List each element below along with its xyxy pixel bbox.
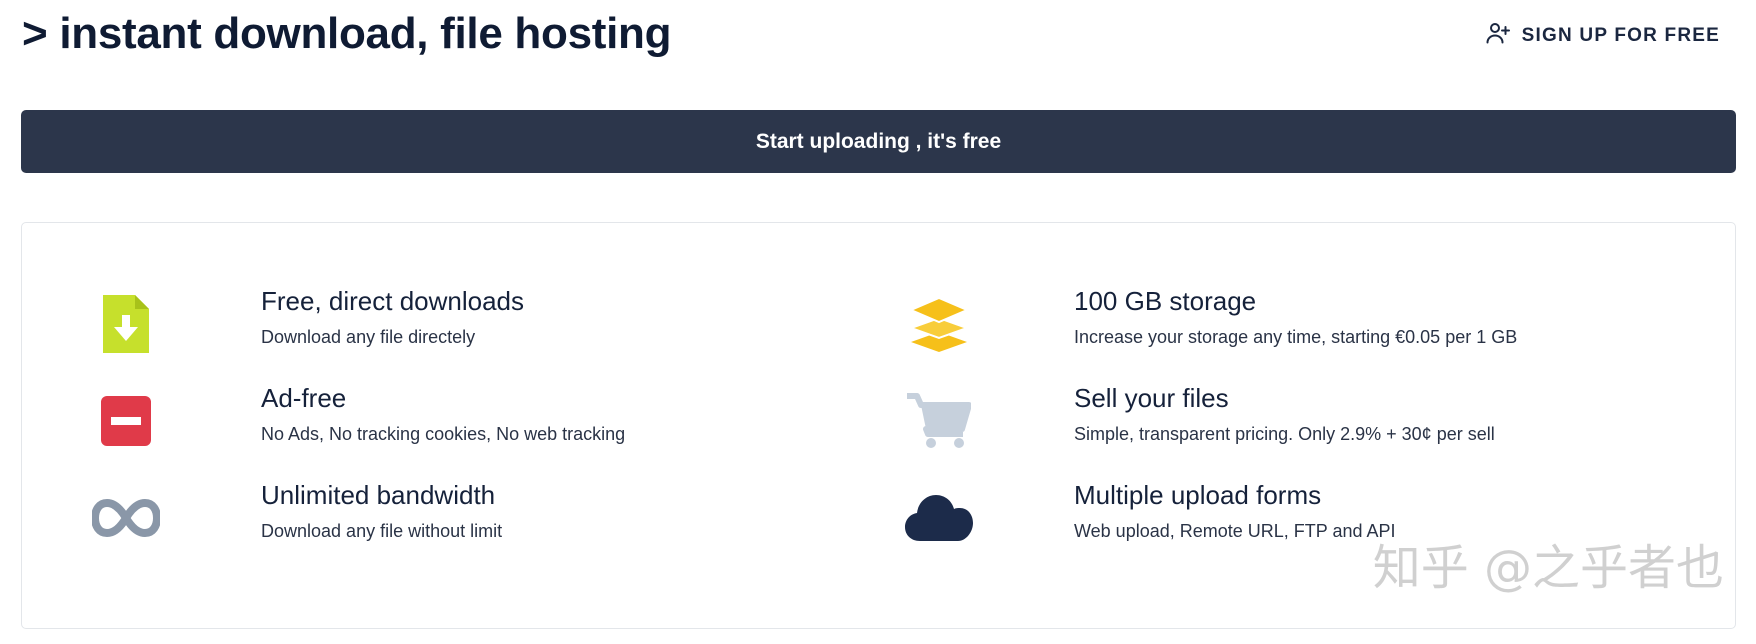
- layers-icon: [901, 286, 977, 362]
- feature-description: Web upload, Remote URL, FTP and API: [1074, 521, 1396, 541]
- infinity-icon: [88, 480, 164, 556]
- feature-unlimited-bandwidth: Unlimited bandwidth Download any file wi…: [88, 480, 848, 560]
- feature-storage: 100 GB storage Increase your storage any…: [901, 286, 1661, 366]
- feature-description: Increase your storage any time, starting…: [1074, 327, 1518, 347]
- page: > instant download, file hosting SIGN UP…: [0, 0, 1756, 644]
- sign-up-link[interactable]: SIGN UP FOR FREE: [1486, 22, 1720, 49]
- feature-title: Free, direct downloads: [261, 286, 525, 316]
- feature-direct-downloads: Free, direct downloads Download any file…: [88, 286, 848, 366]
- feature-description: Download any file without limit: [261, 521, 503, 541]
- user-plus-icon: [1486, 22, 1510, 49]
- header: > instant download, file hosting SIGN UP…: [22, 0, 1734, 80]
- page-title: > instant download, file hosting: [22, 9, 672, 58]
- feature-title: Unlimited bandwidth: [261, 480, 496, 510]
- feature-description: Download any file directely: [261, 327, 476, 347]
- feature-description: No Ads, No tracking cookies, No web trac…: [261, 424, 626, 444]
- shopping-cart-icon: [901, 383, 977, 459]
- feature-title: Ad-free: [261, 383, 347, 413]
- watermark: 知乎 @之乎者也: [1372, 540, 1724, 596]
- feature-title: Multiple upload forms: [1074, 480, 1322, 510]
- cloud-icon: [901, 480, 977, 556]
- start-uploading-button[interactable]: Start uploading , it's free: [21, 110, 1736, 173]
- feature-description: Simple, transparent pricing. Only 2.9% +…: [1074, 424, 1495, 444]
- sign-up-label: SIGN UP FOR FREE: [1521, 24, 1720, 46]
- file-download-icon: [88, 286, 164, 362]
- feature-title: Sell your files: [1074, 383, 1229, 413]
- start-uploading-label: Start uploading , it's free: [755, 129, 1002, 153]
- feature-title: 100 GB storage: [1074, 286, 1257, 316]
- minus-square-icon: [88, 383, 164, 459]
- feature-sell-files: Sell your files Simple, transparent pric…: [901, 383, 1661, 463]
- feature-ad-free: Ad-free No Ads, No tracking cookies, No …: [88, 383, 848, 463]
